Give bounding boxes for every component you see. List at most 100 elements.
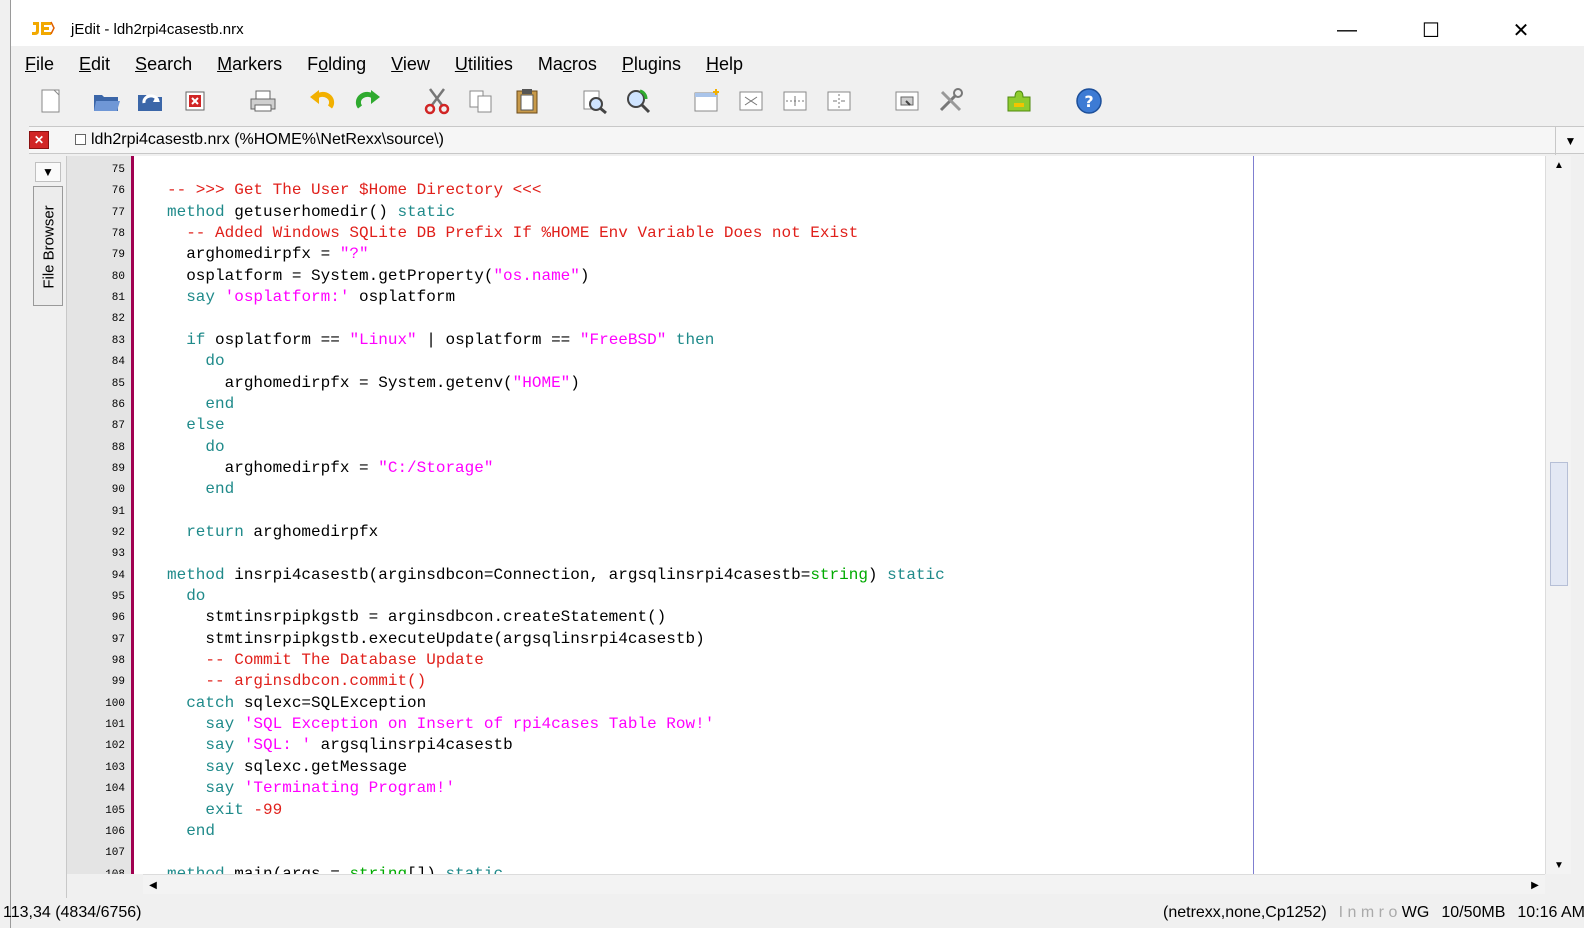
line-number: 93 [111,548,125,561]
line-number: 75 [111,164,125,176]
status-bar: 113,34 (4834/6756) (netrexx,none,Cp1252)… [3,898,1584,928]
buffer-dropdown-button[interactable]: ▼ [1555,127,1584,155]
code-line[interactable]: else [167,416,224,434]
code-line[interactable]: arghomedirpfx = "C:/Storage" [167,459,494,477]
help-icon[interactable]: ? [1073,86,1105,116]
buffer-switcher[interactable]: ✕ ldh2rpi4casestb.nrx (%HOME%\NetRexx\so… [29,126,1584,155]
dock-menu-button[interactable]: ▼ [35,162,61,182]
code-line[interactable]: stmtinsrpipkgstb = arginsdbcon.createSta… [167,608,666,626]
close-buffer-icon: ✕ [33,133,45,147]
line-number: 102 [105,740,125,753]
memory-status[interactable]: 10/50MB [1441,904,1505,922]
code-line[interactable]: -- Commit The Database Update [167,651,483,669]
code-line[interactable]: say 'SQL: ' argsqlinsrpi4casestb [167,736,512,754]
code-line[interactable]: arghomedirpfx = "?" [167,245,368,263]
code-line[interactable]: end [167,822,215,840]
split-horizontal-icon[interactable] [735,86,767,116]
scroll-left-icon[interactable]: ◀ [143,875,163,895]
copy-icon[interactable] [465,86,497,116]
title-bar: jEdit - ldh2rpi4casestb.nrx — ☐ ✕ [11,0,1584,46]
code-line[interactable]: do [167,352,224,370]
menu-utilities[interactable]: Utilities [441,54,524,75]
close-buffer-button[interactable]: ✕ [29,131,49,149]
line-number: 105 [105,804,125,817]
line-number: 108 [67,869,131,874]
menu-file[interactable]: File [11,54,65,75]
file-browser-tab[interactable]: File Browser [33,186,63,306]
code-line[interactable]: -- arginsdbcon.commit() [167,672,426,690]
minimize-button[interactable]: — [1327,14,1367,46]
code-line[interactable]: -- >>> Get The User $Home Directory <<< [167,181,541,199]
code-line[interactable]: say 'osplatform:' osplatform [167,288,455,306]
menu-markers[interactable]: Markers [203,54,293,75]
split-vertical-icon[interactable] [779,86,811,116]
clock: 10:16 AM [1517,904,1584,921]
code-line[interactable]: end [167,395,234,413]
code-line[interactable]: catch sqlexc=SQLException [167,694,426,712]
cut-icon[interactable] [421,86,453,116]
status-flags[interactable]: I n m r o WG [1339,904,1430,922]
menu-help[interactable]: Help [692,54,754,75]
line-number: 95 [111,591,125,603]
plugin-manager-icon[interactable] [1003,86,1035,116]
open-file-icon[interactable] [91,86,123,116]
code-line[interactable]: method getuserhomedir() static [167,203,455,221]
code-line[interactable]: say sqlexc.getMessage [167,758,407,776]
toolbar: ? [11,82,1584,120]
code-line[interactable]: arghomedirpfx = System.getenv("HOME") [167,374,580,392]
line-number: 107 [105,847,125,860]
vertical-scroll-thumb[interactable] [1550,462,1568,586]
code-line[interactable]: do [167,587,205,605]
new-view-icon[interactable] [691,86,723,116]
close-button[interactable]: ✕ [1501,14,1541,46]
find-icon[interactable] [579,86,611,116]
new-file-icon[interactable] [35,86,67,116]
undo-icon[interactable] [305,86,337,116]
code-line[interactable]: say 'SQL Exception on Insert of rpi4case… [167,715,714,733]
reload-icon[interactable] [135,86,167,116]
buffer-mode[interactable]: (netrexx,none,Cp1252) [1163,904,1327,922]
line-number: 101 [105,719,125,732]
line-number: 77 [111,206,125,219]
gutter[interactable]: 75 76 77 78 79 80 81 82 83 84 85 86 87 88 89 90 91 92 93 94… [67,156,131,874]
code-line[interactable]: osplatform = System.getProperty("os.name… [167,267,589,285]
close-file-icon[interactable] [179,86,211,116]
global-options-icon[interactable] [935,86,967,116]
code-line[interactable]: method main(args = string[]) static [167,865,503,874]
line-number: 79 [111,249,125,262]
scroll-down-icon[interactable]: ▼ [1546,856,1572,874]
scroll-right-icon[interactable]: ▶ [1525,875,1545,895]
menu-search[interactable]: Search [121,54,203,75]
menu-plugins[interactable]: Plugins [608,54,692,75]
code-line[interactable]: stmtinsrpipkgstb.executeUpdate(argsqlins… [167,630,704,648]
buffer-unmodified-icon [75,134,86,146]
text-area[interactable]: 75 76 77 78 79 80 81 82 83 84 85 86 87 88 89 90 91 92 93 94… [67,156,1545,874]
caret-position[interactable]: 113,34 (4834/6756) [3,904,141,922]
print-icon[interactable] [247,86,279,116]
scroll-up-icon[interactable]: ▲ [1546,156,1572,174]
paste-icon[interactable] [511,86,543,116]
close-icon: ✕ [1512,19,1530,42]
maximize-button[interactable]: ☐ [1411,14,1451,46]
code-line[interactable]: exit -99 [167,801,282,819]
line-number: 82 [111,313,125,326]
code-line[interactable]: do [167,438,224,456]
buffer-options-icon[interactable] [891,86,923,116]
code-line[interactable]: return arghomedirpfx [167,523,378,541]
unsplit-icon[interactable] [823,86,855,116]
line-number: 104 [105,783,125,796]
vertical-scrollbar[interactable]: ▲ ▼ [1545,156,1571,874]
menu-edit[interactable]: Edit [65,54,121,75]
code-line[interactable]: -- Added Windows SQLite DB Prefix If %HO… [167,224,858,242]
code-line[interactable]: end [167,480,234,498]
code-line[interactable]: say 'Terminating Program!' [167,779,455,797]
find-next-icon[interactable] [623,86,655,116]
code-line[interactable]: if osplatform == "Linux" | osplatform ==… [167,331,714,349]
menu-view[interactable]: View [377,54,441,75]
menu-macros[interactable]: Macros [524,54,608,75]
redo-icon[interactable] [353,86,385,116]
line-number: 91 [111,505,125,518]
code-line[interactable]: method insrpi4casestb(arginsdbcon=Connec… [167,566,945,584]
menu-folding[interactable]: Folding [293,54,377,75]
horizontal-scrollbar[interactable]: ◀ ▶ [143,874,1545,894]
